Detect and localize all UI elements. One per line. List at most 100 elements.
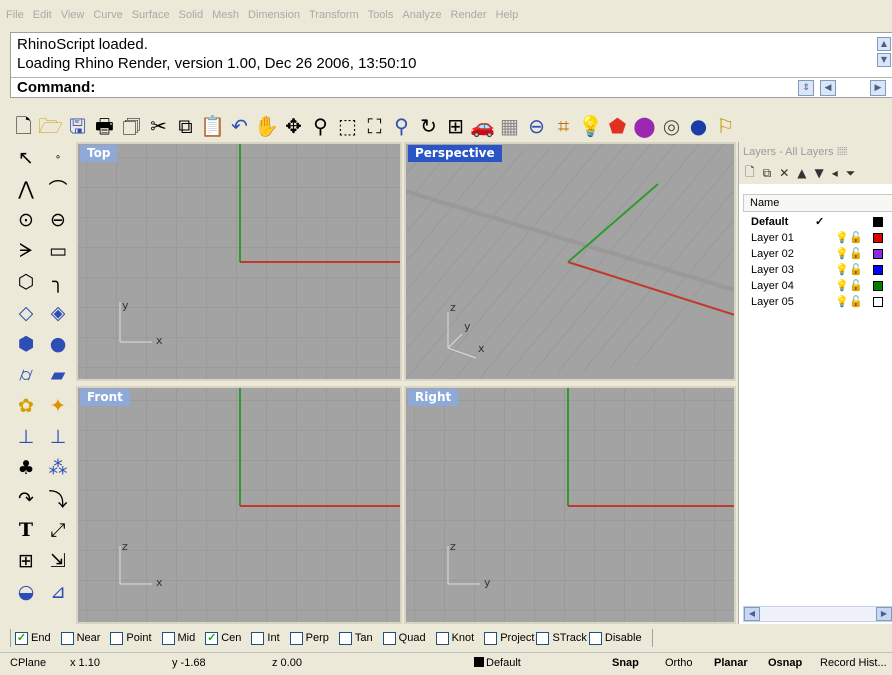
- osnap-point[interactable]: Point: [110, 631, 152, 645]
- status-planar[interactable]: Planar: [714, 657, 748, 669]
- layer-color-swatch[interactable]: [873, 281, 883, 291]
- checkbox-icon[interactable]: [484, 631, 498, 645]
- unlock-icon[interactable]: 🔓: [849, 262, 863, 278]
- menu-help[interactable]: Help: [496, 9, 519, 21]
- scroll-left-icon[interactable]: ◀: [744, 607, 760, 621]
- dimension-icon[interactable]: ⊿: [42, 576, 74, 607]
- osnap-perp[interactable]: Perp: [289, 631, 329, 645]
- fillet-icon[interactable]: ╮: [42, 266, 74, 297]
- split-icon[interactable]: ⊥: [10, 421, 42, 452]
- scroll-right-icon[interactable]: ▶: [876, 607, 892, 621]
- shaded-icon[interactable]: ⬟: [604, 113, 631, 140]
- status-layer[interactable]: Default: [474, 657, 521, 669]
- layer-color-swatch[interactable]: [873, 297, 883, 307]
- osnap-end[interactable]: ✓ End: [15, 631, 51, 645]
- text-icon[interactable]: T: [10, 514, 42, 545]
- cplane-icon[interactable]: ⌗: [550, 113, 577, 140]
- menu-dimension[interactable]: Dimension: [248, 9, 300, 21]
- move-down-icon[interactable]: ▼: [815, 166, 824, 180]
- checkbox-checked-icon[interactable]: ✓: [15, 631, 28, 645]
- bulb-icon[interactable]: 💡: [835, 262, 849, 278]
- unlock-icon[interactable]: 🔓: [849, 294, 863, 310]
- new-icon[interactable]: 🗋: [10, 113, 37, 140]
- checkbox-checked-icon[interactable]: ✓: [205, 631, 219, 645]
- layer-row[interactable]: Layer 05 💡 🔓: [751, 294, 892, 310]
- bulb-icon[interactable]: 💡: [835, 246, 849, 262]
- polygon-icon[interactable]: ⬡: [10, 266, 42, 297]
- layer-row[interactable]: Layer 03 💡 🔓: [751, 262, 892, 278]
- zoom-icon[interactable]: ⚲: [307, 113, 334, 140]
- command-right-icon[interactable]: ▶: [870, 80, 886, 96]
- checkbox-icon[interactable]: [289, 631, 303, 645]
- layer-color-swatch[interactable]: [873, 217, 883, 227]
- copy-icon[interactable]: ⧉: [172, 113, 199, 140]
- command-spin-icon[interactable]: ⇕: [798, 80, 814, 96]
- status-ortho[interactable]: Ortho: [665, 657, 693, 669]
- open-icon[interactable]: 🗁: [37, 113, 64, 140]
- osnap-strack[interactable]: STrack: [536, 631, 587, 645]
- status-snap[interactable]: Snap: [612, 657, 639, 669]
- viewport-right[interactable]: Right z y: [404, 386, 736, 624]
- zoom-window-icon[interactable]: ⬚: [334, 113, 361, 140]
- filter-icon[interactable]: ⏷: [846, 166, 856, 181]
- group-icon[interactable]: ♣: [10, 452, 42, 483]
- osnap-near[interactable]: Near: [60, 631, 100, 645]
- osnap-cen[interactable]: ✓ Cen: [205, 631, 241, 645]
- menu-analyze[interactable]: Analyze: [402, 9, 441, 21]
- viewport-perspective[interactable]: Perspective z y x: [404, 142, 736, 381]
- checkbox-icon[interactable]: [435, 631, 449, 645]
- shade-icon[interactable]: ◒: [10, 576, 42, 607]
- surface-icon[interactable]: ◇: [10, 297, 42, 328]
- zoom-extents-icon[interactable]: ⛶: [361, 113, 388, 140]
- scale-icon[interactable]: ⤢: [42, 514, 74, 545]
- menu-transform[interactable]: Transform: [309, 9, 359, 21]
- scroll-up-icon[interactable]: ▲: [877, 37, 891, 51]
- print-icon[interactable]: 🖶: [91, 113, 118, 140]
- boolean-icon[interactable]: ✿: [10, 390, 42, 421]
- color-icon[interactable]: ⬤: [631, 113, 658, 140]
- unlock-icon[interactable]: 🔓: [849, 278, 863, 294]
- menu-file[interactable]: File: [6, 9, 24, 21]
- move-up-icon[interactable]: ▲: [797, 166, 806, 180]
- osnap-disable[interactable]: Disable: [588, 631, 642, 645]
- curve-icon[interactable]: ⌒: [42, 173, 74, 204]
- status-cplane[interactable]: CPlane: [10, 657, 46, 669]
- sphere-icon[interactable]: ●: [685, 113, 712, 140]
- layer-color-swatch[interactable]: [873, 249, 883, 259]
- render-icon[interactable]: ◎: [658, 113, 685, 140]
- pan-icon[interactable]: ✋: [253, 113, 280, 140]
- viewport-title[interactable]: Front: [80, 389, 130, 406]
- ellipse-icon[interactable]: ⊖: [42, 204, 74, 235]
- rotate-icon[interactable]: ↻: [415, 113, 442, 140]
- undo-icon[interactable]: ↶: [226, 113, 253, 140]
- sphere-solid-icon[interactable]: ●: [42, 328, 74, 359]
- box-icon[interactable]: ⬢: [10, 328, 42, 359]
- osnap-tan[interactable]: Tan: [338, 631, 373, 645]
- osnap-mid[interactable]: Mid: [161, 631, 195, 645]
- layers-column-header[interactable]: Name: [743, 194, 892, 212]
- project-icon[interactable]: ⇲: [42, 545, 74, 576]
- import-icon[interactable]: 🗇: [118, 113, 145, 140]
- checkbox-icon[interactable]: [251, 631, 265, 645]
- blend-icon[interactable]: ↷: [10, 483, 42, 514]
- command-history-scrollbar[interactable]: ▲ ▼: [876, 37, 892, 73]
- command-prompt[interactable]: Command:: [17, 79, 95, 96]
- menu-view[interactable]: View: [61, 9, 85, 21]
- circle-icon[interactable]: ⊙: [10, 204, 42, 235]
- menu-render[interactable]: Render: [451, 9, 487, 21]
- move-left-icon[interactable]: ◂: [832, 166, 838, 180]
- unlock-icon[interactable]: 🔓: [849, 230, 863, 246]
- bulb-icon[interactable]: 💡: [835, 230, 849, 246]
- save-icon[interactable]: 🖫: [64, 113, 91, 140]
- layer-row[interactable]: Layer 02 💡 🔓: [751, 246, 892, 262]
- layer-row-default[interactable]: Default ✓: [751, 214, 892, 230]
- grid-icon[interactable]: ▦: [496, 113, 523, 140]
- car-icon[interactable]: 🚗: [469, 113, 496, 140]
- checkbox-icon[interactable]: [382, 631, 396, 645]
- viewport-title[interactable]: Right: [408, 389, 459, 406]
- layer-color-swatch[interactable]: [873, 233, 883, 243]
- menu-tools[interactable]: Tools: [368, 9, 394, 21]
- select-icon[interactable]: ↖: [10, 142, 42, 173]
- menu-curve[interactable]: Curve: [93, 9, 122, 21]
- status-osnap[interactable]: Osnap: [768, 657, 802, 669]
